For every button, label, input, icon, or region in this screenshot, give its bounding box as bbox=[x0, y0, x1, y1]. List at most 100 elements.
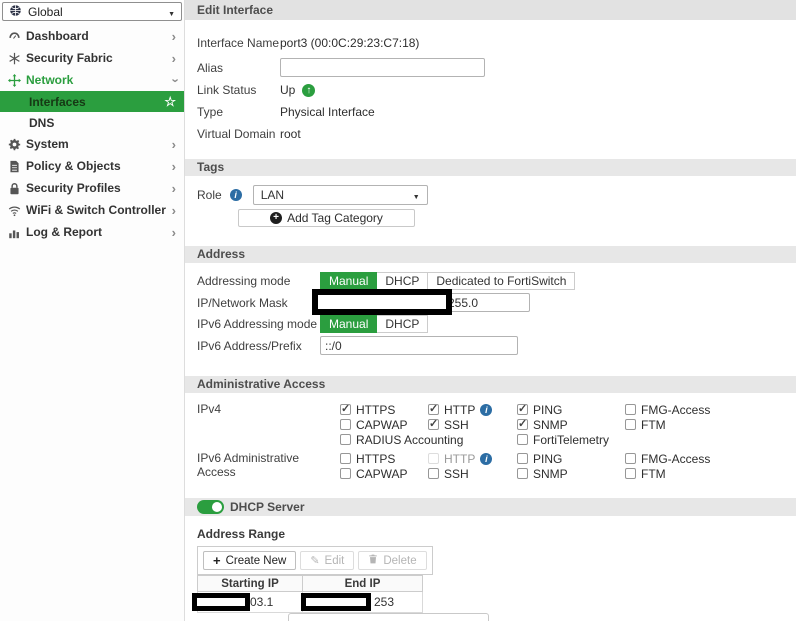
vdom-select-value: Global bbox=[28, 5, 162, 19]
checkbox-ipv6-ping[interactable]: PING bbox=[517, 451, 625, 466]
create-new-button[interactable]: + Create New bbox=[203, 551, 296, 570]
bar-chart-icon bbox=[8, 226, 26, 239]
sidebar-item-wifi-switch[interactable]: WiFi & Switch Controller bbox=[0, 199, 184, 221]
favorite-star-icon[interactable] bbox=[164, 94, 176, 110]
checkbox bbox=[428, 453, 439, 464]
role-value: LAN bbox=[261, 188, 284, 202]
address-range-table: Starting IP End IP 03.1 253 bbox=[197, 575, 423, 613]
redaction-box bbox=[192, 593, 250, 611]
sidebar-item-label: Log & Report bbox=[26, 225, 172, 239]
checkbox bbox=[340, 419, 351, 430]
checkbox-ipv6-capwap[interactable]: CAPWAP bbox=[340, 466, 428, 481]
sidebar-item-log-report[interactable]: Log & Report bbox=[0, 221, 184, 243]
tags-section-header: Tags bbox=[185, 159, 796, 176]
checkbox bbox=[428, 468, 439, 479]
ipv6-mode-dhcp[interactable]: DHCP bbox=[377, 315, 428, 333]
partial-cropped-panel bbox=[288, 613, 489, 621]
checkbox bbox=[517, 468, 528, 479]
checkbox-ipv4-fmg-access[interactable]: FMG-Access bbox=[625, 402, 725, 417]
address-range-label: Address Range bbox=[197, 527, 796, 541]
sidebar-item-label: WiFi & Switch Controller bbox=[26, 203, 172, 217]
delete-button[interactable]: Delete bbox=[358, 551, 426, 570]
ipv6-mode-manual[interactable]: Manual bbox=[320, 315, 377, 333]
checkbox-ipv6-ssh[interactable]: SSH bbox=[428, 466, 517, 481]
checkbox-ipv4-ping[interactable]: PING bbox=[517, 402, 625, 417]
interface-name-label: Interface Name bbox=[197, 36, 280, 50]
checkbox bbox=[340, 434, 351, 445]
edit-button[interactable]: Edit bbox=[300, 551, 354, 570]
starting-ip-value: 03.1 bbox=[250, 595, 273, 609]
role-dropdown[interactable]: LAN bbox=[253, 185, 428, 205]
add-tag-category-button[interactable]: Add Tag Category bbox=[238, 209, 415, 227]
ipv6-address-prefix-label: IPv6 Address/Prefix bbox=[197, 339, 320, 353]
globe-icon bbox=[9, 4, 22, 20]
checkbox-ipv6-ftm[interactable]: FTM bbox=[625, 466, 725, 481]
sidebar-item-network[interactable]: Network bbox=[0, 69, 184, 91]
sidebar-item-system[interactable]: System bbox=[0, 133, 184, 155]
ipv4-access-label: IPv4 bbox=[197, 402, 340, 416]
dhcp-server-section-header: DHCP Server bbox=[185, 498, 796, 516]
checkbox-ipv4-snmp[interactable]: SNMP bbox=[517, 417, 625, 432]
ipv6-addressing-mode-segment: Manual DHCP bbox=[320, 315, 428, 333]
checkbox-ipv4-capwap[interactable]: CAPWAP bbox=[340, 417, 428, 432]
checkbox-ipv6-snmp[interactable]: SNMP bbox=[517, 466, 625, 481]
end-ip-value: 253 bbox=[374, 595, 394, 609]
starting-ip-header[interactable]: Starting IP bbox=[198, 576, 303, 592]
checkbox bbox=[625, 404, 636, 415]
checkbox bbox=[340, 468, 351, 479]
vdom-select[interactable]: Global bbox=[2, 2, 182, 21]
dhcp-server-label: DHCP Server bbox=[230, 499, 304, 516]
alias-input[interactable] bbox=[280, 58, 485, 77]
checkbox-ipv6-fmg-access[interactable]: FMG-Access bbox=[625, 451, 725, 466]
chevron-right-icon bbox=[172, 181, 176, 196]
sidebar-item-dns[interactable]: DNS bbox=[0, 112, 184, 133]
interface-name-value: port3 (00:0C:29:23:C7:18) bbox=[280, 36, 419, 50]
checkbox bbox=[517, 434, 528, 445]
sidebar: Global Dashboard Security Fabric bbox=[0, 0, 185, 621]
checkbox bbox=[517, 453, 528, 464]
table-row[interactable]: 03.1 253 bbox=[198, 592, 423, 613]
checkbox bbox=[517, 404, 528, 415]
address-section-header: Address bbox=[185, 246, 796, 263]
addressing-mode-manual[interactable]: Manual bbox=[320, 272, 377, 290]
checkbox-ipv6-https[interactable]: HTTPS bbox=[340, 451, 428, 466]
fortigate-app: Global Dashboard Security Fabric bbox=[0, 0, 796, 621]
main-content: Edit Interface Interface Name port3 (00:… bbox=[185, 0, 796, 621]
info-icon[interactable] bbox=[480, 453, 492, 465]
link-status-label: Link Status bbox=[197, 83, 280, 97]
sidebar-nav: Dashboard Security Fabric Network Interf… bbox=[0, 25, 184, 243]
checkbox-ipv4-https[interactable]: HTTPS bbox=[340, 402, 428, 417]
sidebar-item-policy-objects[interactable]: Policy & Objects bbox=[0, 155, 184, 177]
ipv6-address-prefix-input[interactable] bbox=[320, 336, 518, 355]
checkbox-ipv4-radius[interactable]: RADIUS Accounting bbox=[340, 432, 428, 447]
dhcp-server-toggle[interactable] bbox=[197, 500, 224, 514]
chevron-right-icon bbox=[172, 203, 176, 218]
chevron-right-icon bbox=[172, 225, 176, 240]
info-icon[interactable] bbox=[230, 189, 242, 201]
sidebar-item-label: DNS bbox=[29, 116, 184, 130]
gear-icon bbox=[8, 138, 26, 151]
sidebar-item-security-fabric[interactable]: Security Fabric bbox=[0, 47, 184, 69]
sidebar-item-dashboard[interactable]: Dashboard bbox=[0, 25, 184, 47]
end-ip-header[interactable]: End IP bbox=[303, 576, 423, 592]
virtual-domain-label: Virtual Domain bbox=[197, 127, 280, 141]
sidebar-item-interfaces[interactable]: Interfaces bbox=[0, 91, 184, 112]
addressing-mode-fortiswitch[interactable]: Dedicated to FortiSwitch bbox=[428, 272, 575, 290]
link-up-icon bbox=[302, 84, 315, 97]
sidebar-item-label: Security Profiles bbox=[26, 181, 172, 195]
ipv6-access-grid: HTTPS CAPWAP HTTP SSH PING SNMP FMG-Acce… bbox=[340, 451, 725, 481]
trash-icon bbox=[368, 554, 378, 567]
chevron-right-icon bbox=[172, 159, 176, 174]
dashboard-icon bbox=[8, 30, 26, 43]
checkbox-ipv4-ssh[interactable]: SSH bbox=[428, 417, 517, 432]
type-value: Physical Interface bbox=[280, 105, 375, 119]
redaction-box bbox=[312, 289, 452, 315]
checkbox-ipv4-http[interactable]: HTTP bbox=[428, 402, 517, 417]
checkbox-ipv4-ftm[interactable]: FTM bbox=[625, 417, 725, 432]
plus-icon: + bbox=[213, 553, 221, 568]
sidebar-item-security-profiles[interactable]: Security Profiles bbox=[0, 177, 184, 199]
checkbox-ipv6-http[interactable]: HTTP bbox=[428, 451, 517, 466]
addressing-mode-dhcp[interactable]: DHCP bbox=[377, 272, 428, 290]
info-icon[interactable] bbox=[480, 404, 492, 416]
checkbox-ipv4-fortitelemetry[interactable]: FortiTelemetry bbox=[517, 432, 625, 447]
